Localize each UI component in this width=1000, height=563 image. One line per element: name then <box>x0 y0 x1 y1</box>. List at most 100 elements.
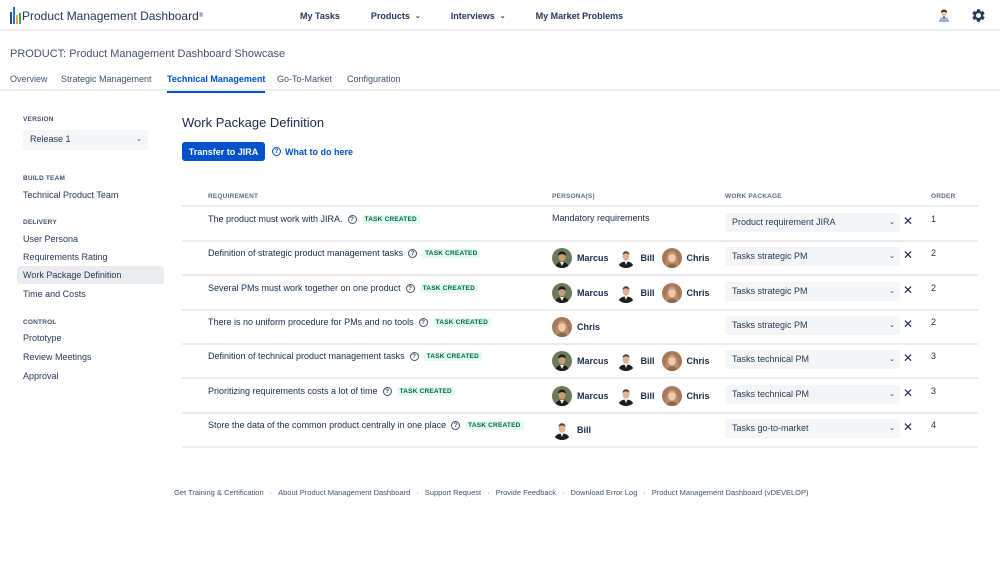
sidebar-item-approval[interactable]: Approval <box>17 367 164 385</box>
persona-chip[interactable]: Chris <box>661 386 710 406</box>
persona-name: Chris <box>577 322 601 332</box>
sidebar-item-prototype[interactable]: Prototype <box>17 329 164 347</box>
version-select-value: Release 1 <box>30 134 71 144</box>
persona-chip[interactable]: Chris <box>661 351 710 371</box>
help-circle-icon[interactable]: ? <box>405 283 415 293</box>
persona-name: Bill <box>577 425 592 435</box>
work-package-select[interactable]: Tasks strategic PM ⌄ <box>725 282 900 301</box>
persona-chip[interactable]: Chris <box>661 248 710 268</box>
gear-icon[interactable] <box>971 8 986 23</box>
personas-list: Marcus Bill Chris <box>552 385 717 407</box>
app-logo[interactable]: Product Management Dashboard ® <box>10 7 203 25</box>
footer-link-training[interactable]: Get Training & Certification <box>174 488 264 497</box>
chevron-down-icon: ⌄ <box>889 322 895 329</box>
tab-technical-management[interactable]: Technical Management <box>167 74 266 93</box>
help-circle-icon[interactable]: ? <box>382 386 392 396</box>
tab-strategic-management[interactable]: Strategic Management <box>61 74 152 91</box>
build-team-label: BUILD TEAM <box>23 175 66 182</box>
persona-chip[interactable]: Chris <box>661 283 710 303</box>
nav-my-market-problems[interactable]: My Market Problems <box>536 11 624 21</box>
requirement-cell: Definition of technical product manageme… <box>208 351 482 361</box>
tab-configuration[interactable]: Configuration <box>347 74 401 91</box>
requirement-text: Store the data of the common product cen… <box>208 420 447 430</box>
remove-work-package-button[interactable]: ✕ <box>903 215 913 227</box>
persona-chip[interactable]: Bill <box>615 283 655 303</box>
chevron-down-icon: ⌄ <box>889 288 895 295</box>
work-package-select[interactable]: Tasks strategic PM ⌄ <box>725 247 900 266</box>
transfer-to-jira-button[interactable]: Transfer to JIRA <box>182 142 265 161</box>
status-badge: TASK CREATED <box>361 214 420 224</box>
column-header-work-package: WORK PACKAGE <box>725 193 782 200</box>
what-to-do-here-link[interactable]: ? What to do here <box>272 142 353 161</box>
work-package-select[interactable]: Product requirement JIRA ⌄ <box>725 213 900 232</box>
order-value: 3 <box>931 351 937 361</box>
help-link-label: What to do here <box>285 146 353 157</box>
help-circle-icon[interactable]: ? <box>408 248 418 258</box>
sidebar-item-user-persona[interactable]: User Persona <box>17 230 164 248</box>
work-package-select[interactable]: Tasks technical PM ⌄ <box>725 350 900 369</box>
personas-list: Marcus Bill Chris <box>552 350 717 372</box>
persona-chip[interactable]: Marcus <box>552 248 609 268</box>
persona-name: Chris <box>686 288 710 298</box>
footer-link-feedback[interactable]: Provide Feedback <box>496 488 556 497</box>
user-avatar-icon[interactable] <box>937 8 951 22</box>
persona-chip[interactable]: Bill <box>615 351 655 371</box>
persona-chip[interactable]: Chris <box>552 317 600 337</box>
tab-overview[interactable]: Overview <box>10 74 48 91</box>
tab-go-to-market[interactable]: Go-To-Market <box>277 74 332 91</box>
remove-work-package-button[interactable]: ✕ <box>903 421 913 433</box>
work-package-select[interactable]: Tasks technical PM ⌄ <box>725 385 900 404</box>
persona-avatar-bill <box>552 420 572 440</box>
footer-link-support[interactable]: Support Request <box>425 488 481 497</box>
status-badge: TASK CREATED <box>419 283 478 293</box>
help-circle-icon[interactable]: ? <box>418 317 428 327</box>
help-circle-icon[interactable]: ? <box>409 351 419 361</box>
nav-products[interactable]: Products ⌄ <box>371 11 421 21</box>
persona-name: Marcus <box>577 288 609 298</box>
work-package-select[interactable]: Tasks strategic PM ⌄ <box>725 316 900 335</box>
remove-work-package-button[interactable]: ✕ <box>903 352 913 364</box>
requirement-cell: Several PMs must work together on one pr… <box>208 283 478 293</box>
persona-chip[interactable]: Marcus <box>552 386 609 406</box>
persona-name: Bill <box>640 356 655 366</box>
persona-name: Marcus <box>577 253 609 263</box>
nav-interviews[interactable]: Interviews ⌄ <box>451 11 506 21</box>
version-select[interactable]: Release 1 ⌄ <box>23 130 148 150</box>
sidebar-item-review-meetings[interactable]: Review Meetings <box>17 348 164 366</box>
build-team-value: Technical Product Team <box>23 190 119 200</box>
status-badge: TASK CREATED <box>422 248 481 258</box>
column-header-order: ORDER <box>931 193 956 200</box>
footer-separator: · <box>562 488 565 497</box>
remove-work-package-button[interactable]: ✕ <box>903 318 913 330</box>
remove-work-package-button[interactable]: ✕ <box>903 284 913 296</box>
footer-link-version[interactable]: Product Management Dashboard (vDEVELOP) <box>652 488 809 497</box>
sidebar-item-requirements-rating[interactable]: Requirements Rating <box>17 248 164 266</box>
persona-avatar-marcus <box>552 386 572 406</box>
sidebar-item-time-and-costs[interactable]: Time and Costs <box>17 285 164 303</box>
persona-chip[interactable]: Marcus <box>552 283 609 303</box>
persona-avatar-chris <box>552 317 572 337</box>
persona-avatar-chris <box>661 283 682 303</box>
persona-name: Marcus <box>577 391 609 401</box>
help-circle-icon[interactable]: ? <box>347 214 357 224</box>
requirement-cell: Prioritizing requirements costs a lot of… <box>208 386 455 396</box>
requirement-cell: Store the data of the common product cen… <box>208 420 524 430</box>
chevron-down-icon: ⌄ <box>889 391 895 398</box>
remove-work-package-button[interactable]: ✕ <box>903 387 913 399</box>
sidebar-item-work-package-definition[interactable]: Work Package Definition <box>17 266 164 284</box>
nav-my-tasks[interactable]: My Tasks <box>300 11 340 21</box>
order-value: 2 <box>931 317 937 327</box>
requirement-text: There is no uniform procedure for PMs an… <box>208 317 414 327</box>
work-package-select[interactable]: Tasks go-to-market ⌄ <box>725 419 900 438</box>
persona-name: Bill <box>640 253 655 263</box>
work-package-value: Tasks strategic PM <box>732 286 808 296</box>
footer-link-about[interactable]: About Product Management Dashboard <box>278 488 410 497</box>
remove-work-package-button[interactable]: ✕ <box>903 249 913 261</box>
persona-chip[interactable]: Bill <box>552 420 591 440</box>
persona-chip[interactable]: Marcus <box>552 351 609 371</box>
persona-chip[interactable]: Bill <box>615 386 655 406</box>
persona-chip[interactable]: Bill <box>615 248 655 268</box>
requirement-text: Definition of technical product manageme… <box>208 351 405 361</box>
help-circle-icon[interactable]: ? <box>451 420 461 430</box>
footer-link-error-log[interactable]: Download Error Log <box>571 488 638 497</box>
